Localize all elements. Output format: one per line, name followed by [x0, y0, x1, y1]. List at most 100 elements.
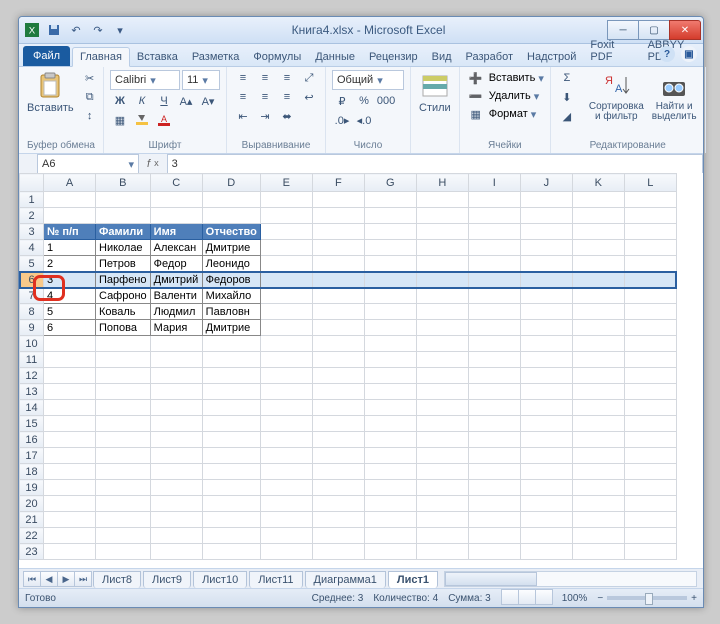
cell[interactable] [44, 368, 96, 384]
cell[interactable] [572, 464, 624, 480]
zoom-slider[interactable]: −+ [597, 593, 697, 604]
fill-icon[interactable]: ⬇ [557, 89, 577, 105]
cell[interactable] [260, 192, 312, 208]
row-header[interactable]: 4 [20, 240, 44, 256]
cell[interactable] [364, 432, 416, 448]
cell[interactable] [624, 208, 676, 224]
cell[interactable] [572, 288, 624, 304]
sheet-nav-first-icon[interactable]: ⏮ [23, 571, 41, 587]
row-header[interactable]: 16 [20, 432, 44, 448]
cell[interactable] [312, 208, 364, 224]
cell[interactable] [416, 432, 468, 448]
cell[interactable] [202, 400, 260, 416]
cell[interactable] [364, 256, 416, 272]
cell[interactable] [96, 352, 151, 368]
cell[interactable] [416, 368, 468, 384]
font-color-icon[interactable]: A [154, 112, 174, 128]
view-buttons[interactable] [501, 589, 552, 608]
cell[interactable] [312, 320, 364, 336]
cell[interactable] [260, 208, 312, 224]
cell[interactable] [624, 480, 676, 496]
cell[interactable] [260, 416, 312, 432]
cell[interactable] [520, 432, 572, 448]
cell[interactable] [416, 384, 468, 400]
col-header[interactable]: H [416, 174, 468, 192]
file-tab[interactable]: Файл [23, 46, 70, 66]
cut-icon[interactable]: ✂ [80, 70, 100, 86]
cell[interactable] [416, 272, 468, 288]
cell[interactable] [202, 352, 260, 368]
cell[interactable] [96, 368, 151, 384]
cell[interactable] [468, 288, 520, 304]
cell[interactable] [624, 304, 676, 320]
cell[interactable] [572, 400, 624, 416]
cell[interactable] [520, 352, 572, 368]
cell[interactable] [150, 496, 202, 512]
cell[interactable]: Леонидо [202, 256, 260, 272]
copy-icon[interactable]: ⧉ [80, 89, 100, 105]
cell[interactable] [44, 384, 96, 400]
cell[interactable] [44, 464, 96, 480]
cell[interactable] [44, 192, 96, 208]
number-format-combo[interactable]: Общий▾ [332, 70, 404, 90]
cell[interactable] [468, 352, 520, 368]
cell[interactable] [468, 544, 520, 560]
cell[interactable] [312, 480, 364, 496]
undo-icon[interactable]: ↶ [67, 22, 85, 38]
cell[interactable] [468, 400, 520, 416]
sheet-tab[interactable]: Лист9 [143, 571, 191, 588]
currency-icon[interactable]: ₽ [332, 93, 352, 109]
cell[interactable] [44, 432, 96, 448]
find-select-button[interactable]: Найти и выделить [650, 70, 699, 124]
cell[interactable] [260, 320, 312, 336]
sheet-nav-prev-icon[interactable]: ◀ [40, 571, 58, 587]
cell[interactable] [468, 368, 520, 384]
cell[interactable] [44, 400, 96, 416]
cell[interactable] [572, 192, 624, 208]
bold-icon[interactable]: Ж [110, 93, 130, 109]
cell[interactable] [202, 368, 260, 384]
autosum-icon[interactable]: Σ [557, 70, 577, 86]
cell[interactable] [312, 288, 364, 304]
grow-font-icon[interactable]: A▴ [176, 93, 196, 109]
cell[interactable] [624, 512, 676, 528]
cell[interactable] [468, 432, 520, 448]
cell[interactable] [44, 336, 96, 352]
sheet-tab[interactable]: Лист8 [93, 571, 141, 588]
cell[interactable] [364, 272, 416, 288]
cell[interactable] [364, 288, 416, 304]
orientation-icon[interactable]: ⤢ [299, 70, 319, 86]
cell[interactable] [150, 208, 202, 224]
cell[interactable] [468, 336, 520, 352]
cell[interactable] [312, 384, 364, 400]
cell[interactable] [416, 208, 468, 224]
cell[interactable] [202, 512, 260, 528]
col-header[interactable]: G [364, 174, 416, 192]
cell[interactable] [572, 528, 624, 544]
cell[interactable]: Коваль [96, 304, 151, 320]
cell[interactable] [624, 272, 676, 288]
dedent-icon[interactable]: ⇤ [233, 108, 253, 124]
cell[interactable] [416, 480, 468, 496]
row-header[interactable]: 10 [20, 336, 44, 352]
cell[interactable] [416, 400, 468, 416]
help-icon[interactable]: ? [659, 46, 675, 62]
row-header[interactable]: 14 [20, 400, 44, 416]
cell[interactable]: 6 [44, 320, 96, 336]
cell[interactable] [572, 320, 624, 336]
cell[interactable]: Николае [96, 240, 151, 256]
cell[interactable] [624, 224, 676, 240]
cells-delete-button[interactable]: ➖Удалить▾ [466, 88, 540, 104]
cell[interactable] [150, 384, 202, 400]
cell[interactable] [364, 368, 416, 384]
cell[interactable]: Фамили [96, 224, 151, 240]
cell[interactable] [624, 464, 676, 480]
cell[interactable]: Федор [150, 256, 202, 272]
cell[interactable]: 5 [44, 304, 96, 320]
border-icon[interactable]: ▦ [110, 112, 130, 128]
worksheet-grid[interactable]: ABCDEFGHIJKL123№ п/пФамилиИмяОтчество41Н… [19, 173, 703, 569]
cell[interactable] [96, 464, 151, 480]
cell[interactable] [364, 304, 416, 320]
cell[interactable] [624, 352, 676, 368]
tab-foxit[interactable]: Foxit PDF [583, 36, 640, 66]
